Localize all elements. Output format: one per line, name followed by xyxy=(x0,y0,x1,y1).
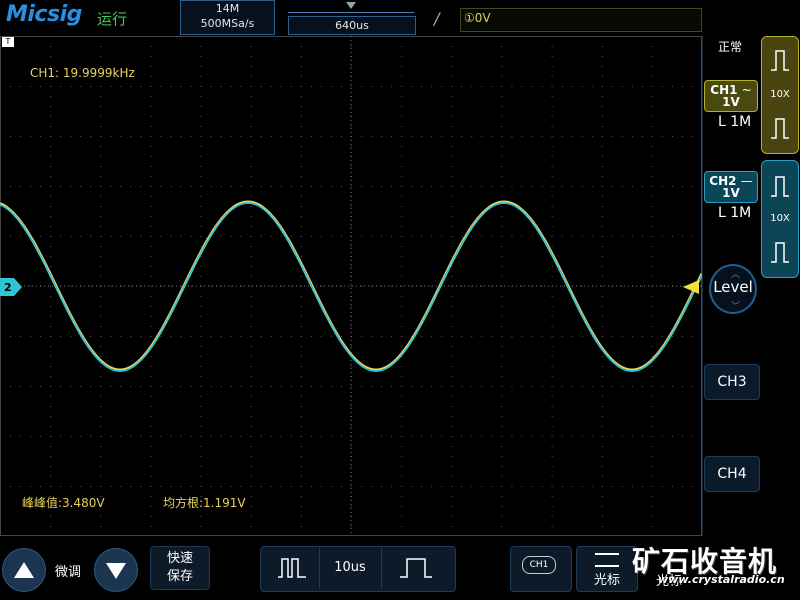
fine-adjust-label: 微调 xyxy=(55,565,82,580)
cursor-label: 光标 xyxy=(593,573,620,588)
pulse-down-icon[interactable] xyxy=(771,117,789,139)
arrow-down-icon xyxy=(106,563,126,579)
fine-down-button[interactable] xyxy=(94,548,138,592)
watermark-url: www.crystalradio.cn xyxy=(658,573,785,586)
cursor-button[interactable]: 光标 xyxy=(576,546,638,592)
ch2-probe-ratio: 10X xyxy=(770,213,790,224)
ch2-scale: 1V xyxy=(722,186,740,200)
ch2-impedance: L 1M xyxy=(718,205,752,221)
pulse-up-icon[interactable] xyxy=(771,175,789,197)
channel-select-label: CH1 xyxy=(522,556,556,574)
level-label: Level xyxy=(713,278,753,296)
chevron-down-icon: ﹀ xyxy=(731,302,741,312)
timebase-position-value[interactable]: 640us xyxy=(288,16,416,35)
peak-to-peak-measurement[interactable]: 峰峰值:3.480V xyxy=(22,494,105,511)
trigger-position-triangle-icon xyxy=(346,2,356,9)
ch3-button[interactable]: CH3 xyxy=(704,364,760,400)
ch2-probe-panel[interactable]: 10X xyxy=(761,160,799,278)
run-status[interactable]: 运行 xyxy=(97,8,127,29)
ch1-scale: 1V xyxy=(722,95,740,109)
fine-up-button[interactable] xyxy=(2,548,46,592)
timebase-increase-button[interactable] xyxy=(382,548,452,588)
ch1-probe-ratio: 10X xyxy=(770,89,790,100)
rms-measurement[interactable]: 均方根:1.191V xyxy=(163,494,246,511)
ch1-label: CH1 ~ xyxy=(710,83,752,97)
quick-save-label-line2: 保存 xyxy=(166,569,193,584)
ch2-marker-label: 2 xyxy=(4,281,12,294)
memory-position-bar xyxy=(288,12,414,13)
dc-coupling-icon: — xyxy=(740,174,753,188)
narrow-pulse-icon xyxy=(278,558,306,578)
trigger-position-marker[interactable]: T xyxy=(2,37,14,47)
wide-pulse-icon xyxy=(400,558,432,578)
memory-depth: 14M xyxy=(215,2,240,15)
pulse-up-icon[interactable] xyxy=(771,49,789,71)
quick-save-label-line1: 快速 xyxy=(166,551,193,566)
rising-edge-icon[interactable]: / xyxy=(434,9,439,28)
ch1-impedance: L 1M xyxy=(718,114,752,130)
timebase-value[interactable]: 10us xyxy=(320,548,380,588)
ch2-button[interactable]: CH2 — 1V xyxy=(704,171,758,203)
pulse-down-icon[interactable] xyxy=(771,241,789,263)
ch4-button[interactable]: CH4 xyxy=(704,456,760,492)
ch2-label: CH2 — xyxy=(709,174,753,188)
ac-coupling-icon: ~ xyxy=(741,83,752,97)
trigger-level-arrow-icon[interactable] xyxy=(683,280,699,294)
ch1-probe-panel[interactable]: 10X xyxy=(761,36,799,154)
timebase-decrease-button[interactable] xyxy=(262,548,318,588)
ch2-offset-marker[interactable]: 2 xyxy=(0,278,22,296)
quick-save-button[interactable]: 快速 保存 xyxy=(150,546,210,590)
acquisition-info[interactable]: 14M 500MSa/s xyxy=(180,0,275,35)
trigger-info-box[interactable] xyxy=(460,8,702,32)
arrow-up-icon xyxy=(14,562,34,578)
acquisition-mode[interactable]: 正常 xyxy=(718,38,742,55)
waveform-grid xyxy=(0,36,702,536)
sample-rate: 500MSa/s xyxy=(200,17,255,30)
frequency-readout: CH1: 19.9999kHz xyxy=(30,66,135,80)
trigger-level-text: ①0V xyxy=(464,11,491,25)
cursor-lines-icon xyxy=(595,553,619,567)
brand-logo: Micsig xyxy=(6,2,82,27)
ch1-button[interactable]: CH1 ~ 1V xyxy=(704,80,758,112)
